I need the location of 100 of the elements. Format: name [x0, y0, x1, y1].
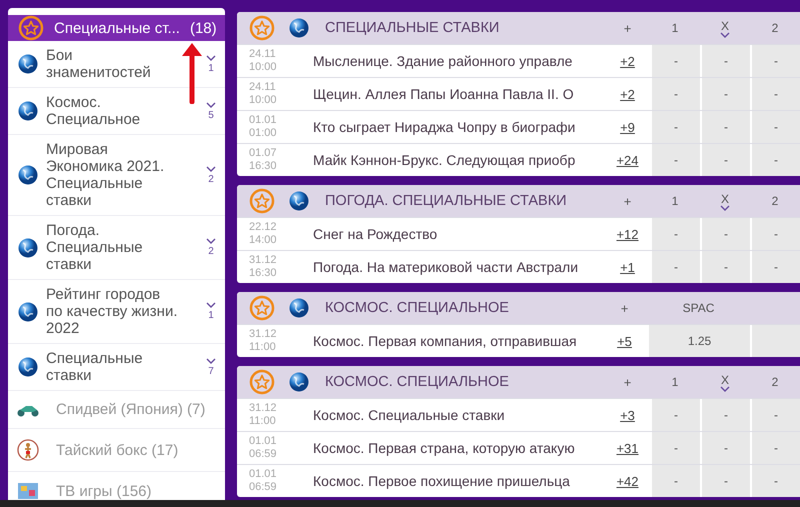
- odds-cell[interactable]: -: [750, 78, 800, 110]
- odds-cell[interactable]: -: [700, 111, 750, 143]
- event-name[interactable]: Космос. Первая страна, которую атакую: [291, 432, 605, 464]
- caret-icon[interactable]: [206, 54, 216, 60]
- odds-cell[interactable]: -: [750, 218, 800, 250]
- column-header: 2: [772, 21, 778, 35]
- more-markets-link[interactable]: +31: [616, 440, 639, 456]
- odds-cell[interactable]: -: [700, 78, 750, 110]
- sidebar-item[interactable]: Погода. Специальные ставки 2: [8, 216, 225, 280]
- odds-cell[interactable]: -: [750, 144, 800, 176]
- subcategory-label: Рейтинг городов по качеству жизни. 2022: [46, 286, 178, 337]
- more-markets-link[interactable]: +2: [620, 54, 635, 68]
- event-name[interactable]: Погода. На материковой части Австрали: [291, 251, 605, 283]
- sport-label: Тайский бокс (17): [55, 442, 178, 458]
- column-header: SPAC: [682, 301, 714, 315]
- event-name[interactable]: Космос. Первое похищение пришельца: [291, 465, 605, 497]
- event-name[interactable]: Снег на Рождество: [291, 218, 605, 250]
- odds-cell[interactable]: -: [650, 78, 700, 110]
- event-datetime: 01.01 01:00: [248, 113, 278, 141]
- more-markets-link[interactable]: +42: [616, 474, 639, 488]
- sidebar-item[interactable]: Рейтинг городов по качеству жизни. 2022 1: [8, 280, 225, 344]
- event-count: 2: [208, 246, 214, 257]
- column-header: 1: [672, 375, 678, 389]
- more-markets-link[interactable]: +5: [617, 334, 632, 348]
- odds-cell[interactable]: -: [750, 45, 800, 77]
- sport-label: Спидвей (Япония) (7): [55, 401, 206, 418]
- league-title: КОСМОС. СПЕЦИАЛЬНОЕ: [325, 300, 510, 316]
- column-header[interactable]: X: [720, 192, 729, 206]
- column-header[interactable]: X: [720, 18, 729, 32]
- odds-cell[interactable]: -: [650, 218, 700, 250]
- boxer-icon: [17, 439, 39, 461]
- odds-cell[interactable]: -: [700, 399, 750, 431]
- category-title: Специальные ст...: [54, 20, 180, 36]
- sidebar-header[interactable]: Специальные ст... (18): [8, 15, 225, 41]
- odds-cell[interactable]: -: [650, 399, 700, 431]
- event-count: 7: [208, 366, 214, 376]
- globe-icon: [18, 302, 38, 322]
- caret-icon[interactable]: [720, 204, 730, 210]
- event-datetime: 01.07 16:30: [248, 146, 278, 174]
- odds-cell[interactable]: -: [700, 251, 750, 283]
- odds-cell[interactable]: -: [700, 144, 750, 176]
- column-header: +: [624, 194, 632, 208]
- event-name[interactable]: Щецин. Аллея Папы Иоанна Павла II. О: [291, 78, 605, 110]
- odds-cell[interactable]: 1.25: [647, 325, 750, 357]
- column-header: +: [624, 20, 632, 36]
- odds-cell[interactable]: -: [700, 465, 750, 497]
- more-markets-link[interactable]: +24: [616, 152, 639, 168]
- odds-cell[interactable]: -: [650, 144, 700, 176]
- event-count: 1: [208, 310, 214, 321]
- column-header: 2: [772, 194, 778, 208]
- odds-cell[interactable]: -: [650, 45, 700, 77]
- globe-icon: [18, 165, 38, 185]
- column-header[interactable]: X: [720, 372, 729, 386]
- event-name[interactable]: Космос. Специальные ставки: [291, 399, 605, 431]
- odds-cell[interactable]: -: [650, 111, 700, 143]
- odds-cell[interactable]: -: [750, 465, 800, 497]
- column-header: 1: [672, 194, 678, 208]
- odds-cell[interactable]: -: [700, 45, 750, 77]
- sidebar-item[interactable]: Космос. Специальное 5: [8, 88, 225, 135]
- odds-cell[interactable]: -: [650, 465, 700, 497]
- event-count: 5: [208, 110, 214, 120]
- event-name[interactable]: Мысленице. Здание районного управле: [291, 45, 605, 77]
- caret-icon[interactable]: [720, 386, 730, 392]
- odds-cell[interactable]: -: [750, 399, 800, 431]
- league-title: СПЕЦИАЛЬНЫЕ СТАВКИ: [325, 20, 500, 36]
- event-name[interactable]: Кто сыграет Нираджа Чопру в биографи: [291, 111, 605, 143]
- caret-icon[interactable]: [206, 302, 216, 308]
- event-datetime: 31.12 11:00: [248, 327, 278, 355]
- odds-cell[interactable]: -: [750, 111, 800, 143]
- subcategory-label: Мировая Экономика 2021. Специальные ставки: [46, 141, 166, 209]
- event-name[interactable]: Космос. Первая компания, отправившая: [291, 325, 602, 357]
- caret-icon[interactable]: [206, 102, 216, 108]
- column-header: +: [620, 300, 628, 316]
- globe-icon: [289, 191, 309, 211]
- arrow-annotation: [182, 43, 202, 104]
- caret-icon[interactable]: [720, 32, 730, 38]
- odds-cell[interactable]: -: [650, 251, 700, 283]
- odds-cell[interactable]: -: [750, 251, 800, 283]
- more-markets-link[interactable]: +2: [620, 86, 635, 102]
- event-datetime: 24.11 10:00: [248, 80, 278, 108]
- sidebar-item[interactable]: Мировая Экономика 2021. Специальные ставки 2: [8, 135, 225, 216]
- event-datetime: 24.11 10:00: [248, 47, 278, 75]
- odds-cell[interactable]: -: [700, 218, 750, 250]
- caret-icon[interactable]: [206, 238, 216, 244]
- more-markets-link[interactable]: +1: [620, 260, 635, 274]
- more-markets-link[interactable]: +9: [620, 120, 635, 134]
- odds-cell[interactable]: -: [700, 432, 750, 464]
- column-header: +: [624, 374, 632, 390]
- more-markets-link[interactable]: +12: [616, 226, 639, 242]
- odds-cell[interactable]: -: [750, 432, 800, 464]
- caret-icon[interactable]: [206, 358, 216, 364]
- league-title: КОСМОС. СПЕЦИАЛЬНОЕ: [325, 374, 510, 390]
- odds-cell[interactable]: -: [650, 432, 700, 464]
- tv-games-icon: [17, 482, 39, 500]
- more-markets-link[interactable]: +3: [620, 408, 635, 422]
- sidebar-item[interactable]: Специальные ставки 7: [8, 344, 225, 391]
- event-datetime: 22.12 14:00: [248, 220, 278, 248]
- globe-icon: [289, 298, 309, 318]
- event-name[interactable]: Майк Кэннон-Брукс. Следующая приобр: [291, 144, 605, 176]
- caret-icon[interactable]: [206, 166, 216, 172]
